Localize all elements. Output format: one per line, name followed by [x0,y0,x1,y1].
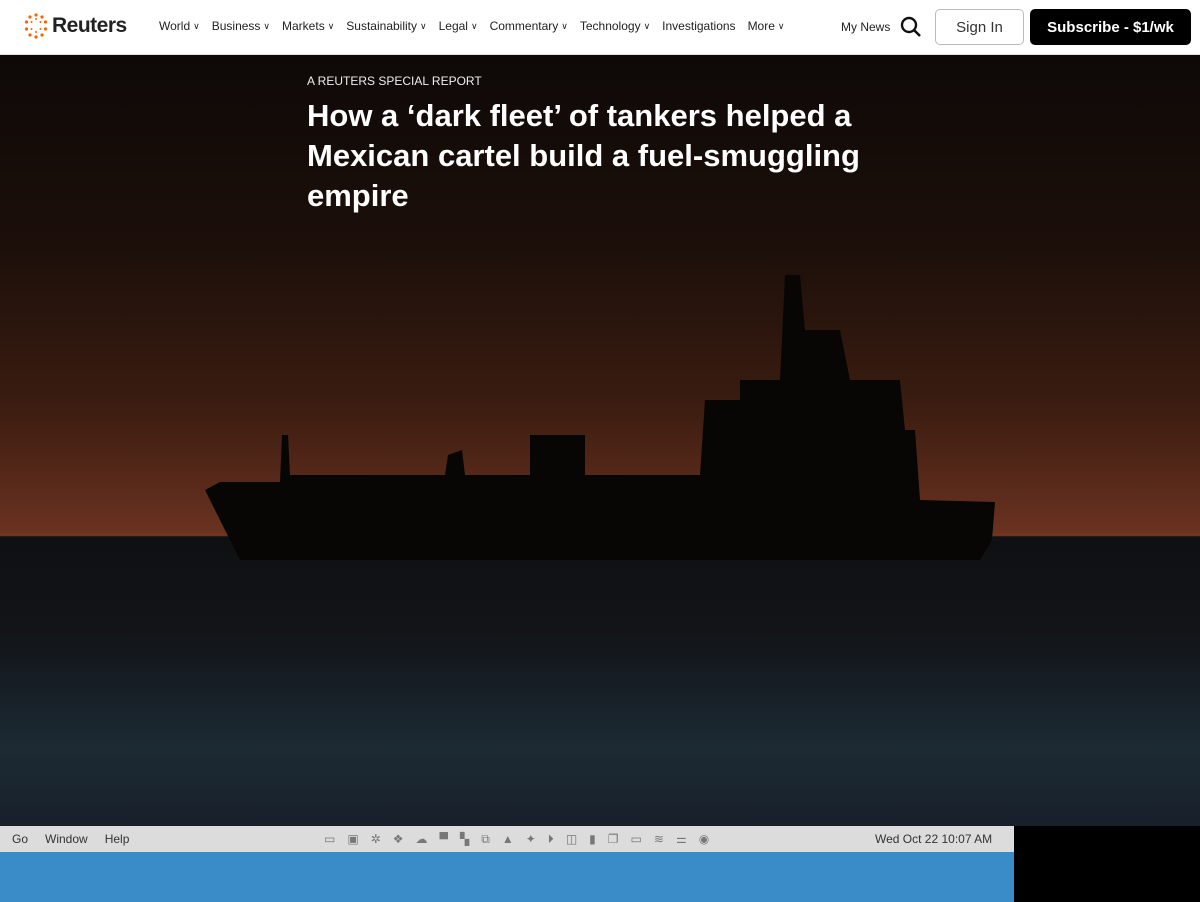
nav-label: Sustainability [346,19,418,33]
sign-in-button[interactable]: Sign In [935,9,1024,45]
nav-label: Legal [438,19,468,33]
hero-image: A REUTERS SPECIAL REPORT How a ‘dark fle… [0,55,1200,826]
nav-label: Commentary [489,19,559,33]
menu-go[interactable]: Go [12,832,28,846]
brand-name: Reuters [52,14,127,37]
article-headline: How a ‘dark fleet’ of tankers helped a M… [307,98,860,213]
reuters-logo-icon [24,13,48,39]
display-icon[interactable]: ▀ [440,832,449,847]
app-icon[interactable]: ▣ [347,832,358,847]
siri-icon[interactable]: ◉ [699,832,709,847]
chevron-down-icon: ∨ [643,20,651,31]
desktop-background [0,852,1014,902]
nav-markets[interactable]: Markets ∨ [282,19,334,33]
play-icon[interactable]: ⏵ [548,832,554,847]
split-icon[interactable]: ◫ [566,832,577,847]
nav-business[interactable]: Business ∨ [212,19,270,33]
article-kicker: A REUTERS SPECIAL REPORT [307,74,482,88]
chevron-down-icon: ∨ [561,20,568,31]
search-icon[interactable] [900,16,922,43]
subscribe-button[interactable]: Subscribe - $1/wk [1030,9,1191,45]
macos-menu-bar: Go Window Help ▭ ▣ ✲ ❖ ☁ ▀ ▚ ⧉ ▲ ✦ ⏵ ◫ ▮… [0,826,1014,852]
nav-label: More [747,19,775,33]
screen-icon[interactable]: ▭ [324,832,335,847]
sparkle-icon[interactable]: ✦ [526,832,536,847]
nav-label: Markets [282,19,325,33]
clock[interactable]: Wed Oct 22 10:07 AM [875,832,992,846]
chevron-down-icon: ∨ [327,20,335,31]
chevron-down-icon: ∨ [420,20,427,31]
chevron-down-icon: ∨ [470,20,478,31]
nav-technology[interactable]: Technology ∨ [580,19,650,33]
chevron-down-icon: ∨ [777,20,785,31]
my-news-link[interactable]: My News [841,20,890,34]
nav-label: Technology [579,19,641,33]
copy-icon[interactable]: ❐ [608,832,619,847]
nav-investigations[interactable]: Investigations [662,19,735,33]
nav-sustainability[interactable]: Sustainability ∨ [346,19,426,33]
section-menu: World ∨ Business ∨ Markets ∨ Sustainability… [159,19,785,33]
control-center-icon[interactable]: ⚌ [676,832,687,847]
window-icon[interactable]: ⧉ [481,832,490,847]
nav-world[interactable]: World ∨ [159,19,200,33]
battery-icon[interactable]: ▭ [631,832,642,847]
triangle-icon[interactable]: ▲ [502,832,514,847]
chevron-down-icon: ∨ [263,20,271,31]
menu-help[interactable]: Help [105,832,130,846]
reuters-logo[interactable]: Reuters [24,13,127,39]
nav-label: Business [211,19,261,33]
status-icons: ▭ ▣ ✲ ❖ ☁ ▀ ▚ ⧉ ▲ ✦ ⏵ ◫ ▮ ❐ ▭ ≋ ⚌ ◉ [324,832,709,847]
gear-icon[interactable]: ✲ [371,832,381,847]
nav-label: World [159,19,191,33]
nav-more[interactable]: More ∨ [748,19,785,33]
nav-legal[interactable]: Legal ∨ [439,19,478,33]
nav-commentary[interactable]: Commentary ∨ [490,19,568,33]
cloud-icon[interactable]: ☁ [416,832,428,847]
tanker-silhouette [205,275,995,560]
chevron-down-icon: ∨ [193,20,200,31]
wifi-icon[interactable]: ≋ [654,832,664,847]
top-navigation: Reuters World ∨ Business ∨ Markets ∨ Sustai… [0,0,1200,55]
display-color-icon[interactable]: ▚ [460,832,469,847]
nav-label: Investigations [662,19,736,33]
phone-icon[interactable]: ▮ [589,832,596,847]
menu-window[interactable]: Window [45,832,88,846]
dropbox-icon[interactable]: ❖ [393,832,404,847]
